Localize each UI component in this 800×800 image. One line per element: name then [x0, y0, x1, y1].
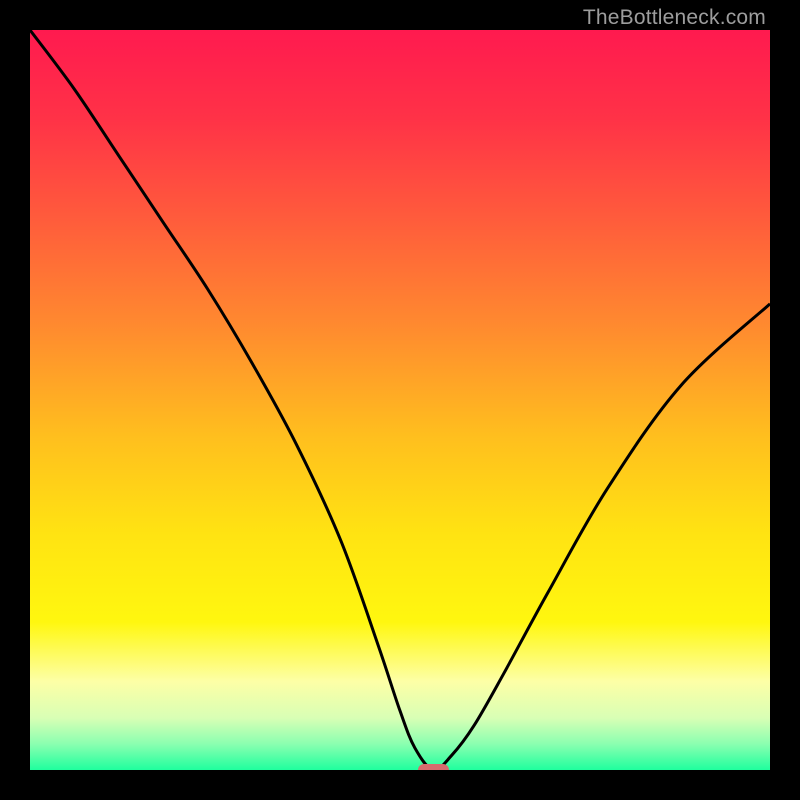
- plot-area: [30, 30, 770, 770]
- chart-frame: TheBottleneck.com: [0, 0, 800, 800]
- watermark-text: TheBottleneck.com: [583, 6, 766, 30]
- bottleneck-curve: [30, 30, 770, 770]
- optimal-marker: [418, 764, 449, 770]
- curve-path: [30, 30, 770, 770]
